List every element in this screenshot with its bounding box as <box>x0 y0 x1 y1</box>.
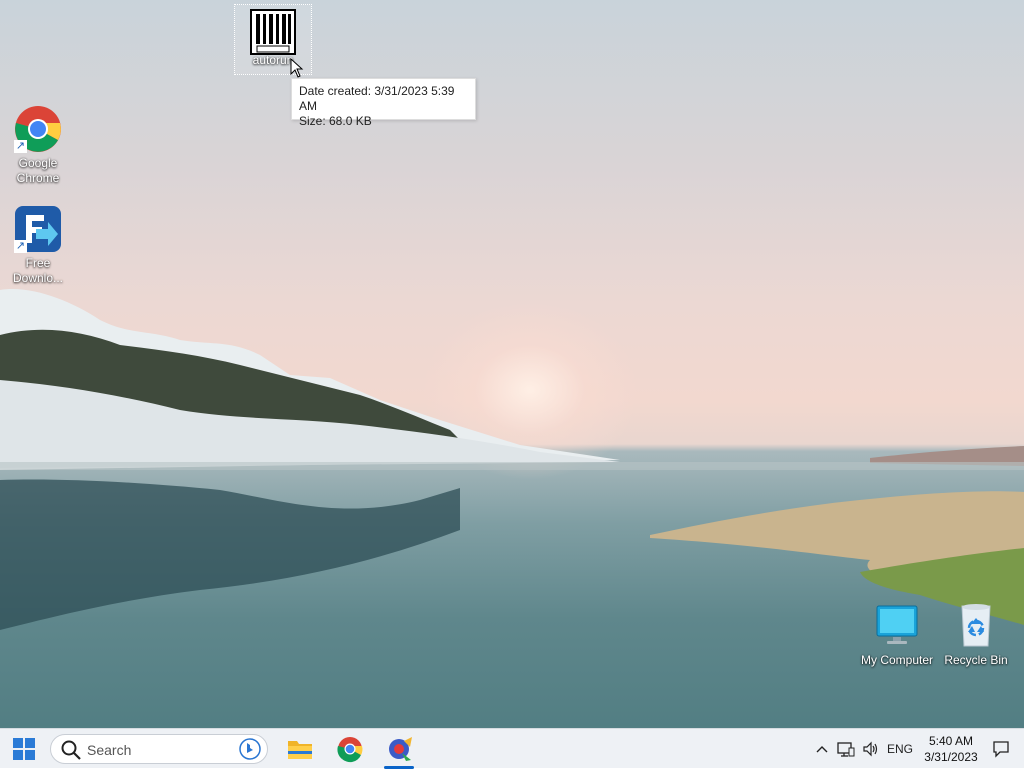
desktop-icon-label: Downlo... <box>12 271 64 285</box>
free-download-manager-icon: ↗ <box>14 205 62 253</box>
desktop-icon-label: Free <box>25 256 51 270</box>
app-icon <box>389 737 412 761</box>
chevron-up-icon <box>816 746 828 753</box>
file-info-tooltip: Date created: 3/31/2023 5:39 AM Size: 68… <box>291 78 476 128</box>
mouse-cursor-icon <box>290 58 304 78</box>
notifications-button[interactable] <box>990 729 1012 769</box>
tooltip-size: Size: 68.0 KB <box>299 114 372 128</box>
search-icon <box>61 740 81 760</box>
shortcut-arrow-icon: ↗ <box>14 140 27 153</box>
clock-date: 3/31/2023 <box>924 750 978 764</box>
barcode-file-icon <box>249 8 297 56</box>
show-hidden-icons-button[interactable] <box>812 729 832 769</box>
taskbar-app[interactable] <box>384 733 416 765</box>
taskbar-search-box[interactable]: Search <box>50 734 268 764</box>
bing-icon[interactable] <box>239 738 261 760</box>
desktop-icon-label: Recycle Bin <box>944 653 1008 667</box>
start-button[interactable] <box>8 733 40 765</box>
desktop-icon-label: My Computer <box>860 653 934 667</box>
taskbar-chrome[interactable] <box>334 733 366 765</box>
taskbar-file-explorer[interactable] <box>284 733 316 765</box>
monitor-icon <box>873 602 921 650</box>
volume-button[interactable] <box>860 729 882 769</box>
windows-start-icon <box>13 738 35 760</box>
clock-time: 5:40 AM <box>928 734 974 748</box>
desktop[interactable]: autorun Date created: 3/31/2023 5:39 AM … <box>0 0 1024 728</box>
chrome-icon: ↗ <box>14 105 62 153</box>
recycle-bin-icon <box>952 602 1000 650</box>
desktop-icon-my-computer[interactable]: My Computer <box>857 602 937 668</box>
desktop-icon-recycle-bin[interactable]: Recycle Bin <box>940 602 1012 668</box>
notification-icon <box>993 741 1009 758</box>
speaker-icon <box>863 741 878 757</box>
tooltip-date-created: Date created: 3/31/2023 5:39 AM <box>299 84 455 113</box>
desktop-icon-free-download-manager[interactable]: ↗ Free Downlo... <box>3 205 73 286</box>
desktop-icon-label: Chrome <box>16 171 60 185</box>
desktop-icon-google-chrome[interactable]: ↗ Google Chrome <box>3 105 73 186</box>
desktop-icon-label: Google <box>18 156 58 170</box>
network-button[interactable] <box>836 729 856 769</box>
taskbar: Search ENG 5:40 AM 3/31/2023 <box>0 728 1024 769</box>
clock[interactable]: 5:40 AM 3/31/2023 <box>918 733 984 765</box>
file-explorer-icon <box>288 741 312 759</box>
search-placeholder: Search <box>87 742 132 758</box>
language-indicator[interactable]: ENG <box>884 729 916 769</box>
chrome-icon <box>337 737 363 763</box>
network-icon <box>837 742 855 757</box>
shortcut-arrow-icon: ↗ <box>14 240 27 253</box>
